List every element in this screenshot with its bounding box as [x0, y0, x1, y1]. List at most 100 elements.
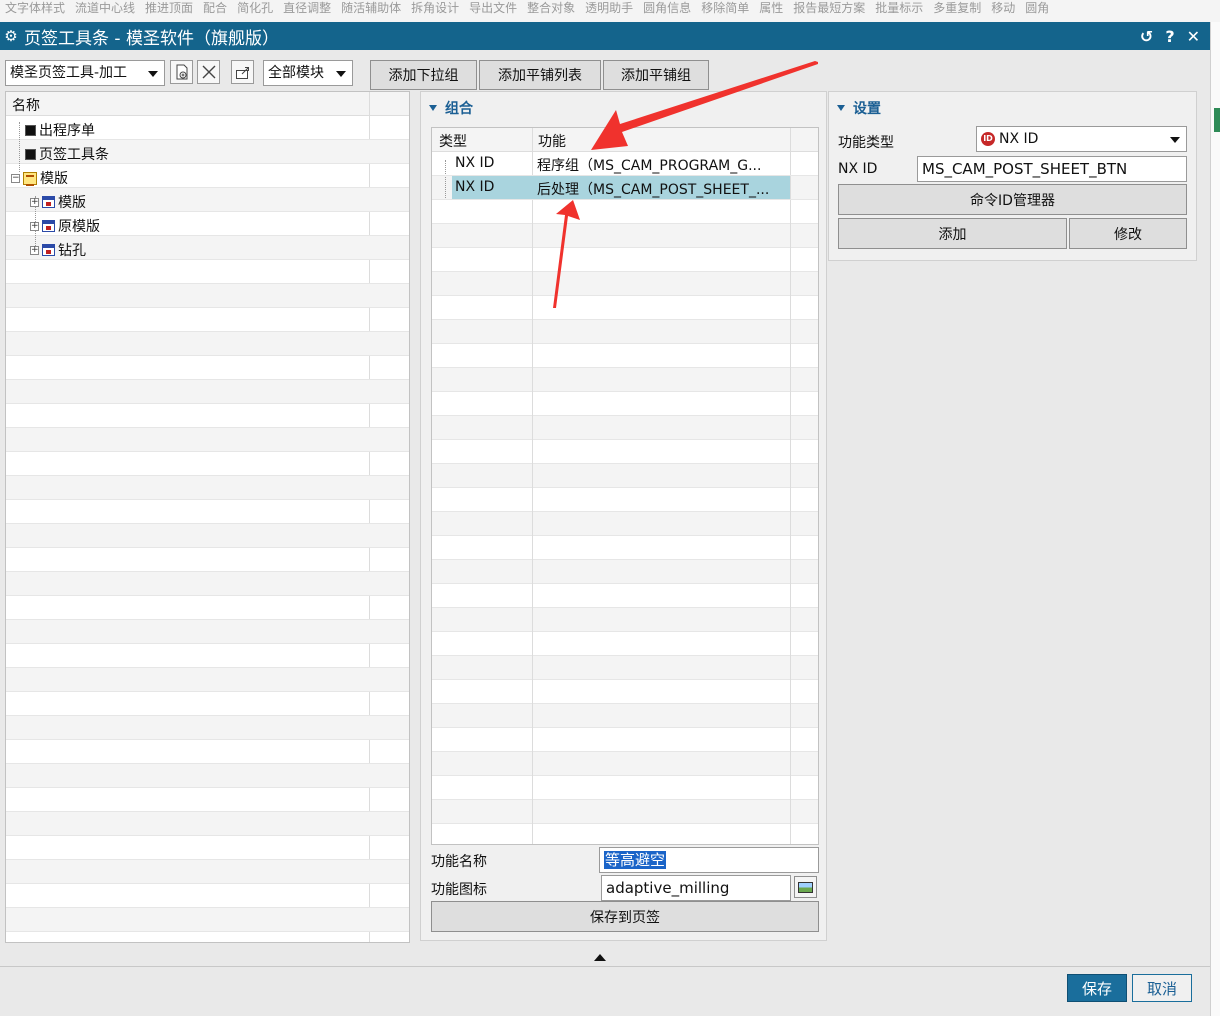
ribbon-item: 配合 — [203, 1, 228, 15]
tree-row — [6, 308, 409, 332]
help-icon[interactable]: ? — [1165, 27, 1174, 46]
modify-button[interactable]: 修改 — [1069, 218, 1187, 249]
tree-item-label: 原模版 — [58, 219, 100, 235]
grid-empty-row — [432, 248, 818, 272]
group-grid: 类型 功能 NX ID 程序组（MS_CAM_PROGRAM_G... NX I… — [431, 127, 819, 845]
grid-empty-row — [432, 536, 818, 560]
tree-item-original-template[interactable]: + 原模版 — [30, 216, 100, 236]
close-icon[interactable]: ✕ — [1187, 27, 1200, 46]
tree-item-label: 出程序单 — [39, 123, 95, 139]
export-button[interactable] — [231, 60, 254, 84]
tree-row — [6, 908, 409, 932]
grid-empty-row — [432, 392, 818, 416]
grid-cell-type: NX ID — [455, 155, 495, 171]
func-type-value: NX ID — [999, 131, 1039, 147]
grid-empty-row — [432, 608, 818, 632]
preset-combo[interactable]: 模圣页签工具-加工 — [5, 60, 165, 86]
ribbon-item: 整合对象 — [527, 1, 576, 15]
tree-item-label: 钻孔 — [58, 243, 86, 259]
browse-icon-button[interactable] — [794, 876, 817, 898]
tree-row — [6, 692, 409, 716]
tree-row — [6, 452, 409, 476]
tree-item-tab-toolbar[interactable]: 页签工具条 — [25, 144, 109, 164]
grid-empty-row — [432, 776, 818, 800]
tree-row — [6, 284, 409, 308]
module-combo[interactable]: 全部模块 — [263, 60, 353, 86]
tree-row — [6, 500, 409, 524]
grid-empty-row — [432, 656, 818, 680]
settings-panel: 设置 功能类型 ID NX ID NX ID MS_CAM_POST_SHEET_… — [828, 91, 1197, 261]
settings-section-header[interactable]: 设置 — [837, 98, 881, 118]
add-dropdown-group-button[interactable]: 添加下拉组 — [370, 60, 477, 90]
tree-row — [6, 620, 409, 644]
triangle-down-icon — [837, 105, 845, 111]
add-button[interactable]: 添加 — [838, 218, 1067, 249]
tree-item-template[interactable]: + 模版 — [30, 192, 86, 212]
expand-icon[interactable]: + — [30, 197, 39, 207]
tree-item-label: 模版 — [58, 195, 86, 211]
template-icon — [23, 171, 37, 186]
cancel-button[interactable]: 取消 — [1132, 974, 1192, 1002]
save-to-tab-button[interactable]: 保存到页签 — [431, 901, 819, 932]
grid-header: 类型 功能 — [432, 128, 818, 152]
grid-cell-func: 程序组（MS_CAM_PROGRAM_G... — [537, 158, 762, 174]
expand-icon[interactable]: + — [30, 245, 39, 255]
tree-row — [6, 644, 409, 668]
expand-icon[interactable]: + — [30, 221, 39, 231]
command-id-manager-button[interactable]: 命令ID管理器 — [838, 184, 1187, 215]
add-tile-list-button[interactable]: 添加平铺列表 — [479, 60, 601, 90]
new-file-icon — [176, 64, 187, 80]
column-divider — [532, 128, 533, 844]
grid-row-selected[interactable]: NX ID 后处理（MS_CAM_POST_SHEET_... — [432, 176, 818, 200]
grid-row[interactable]: NX ID 程序组（MS_CAM_PROGRAM_G... — [432, 152, 818, 176]
grid-empty-row — [432, 368, 818, 392]
grid-empty-row — [432, 584, 818, 608]
save-button[interactable]: 保存 — [1067, 974, 1127, 1002]
calendar-icon — [42, 196, 55, 208]
grid-cell-func: 后处理（MS_CAM_POST_SHEET_... — [537, 182, 770, 198]
func-name-input[interactable]: 等高避空 — [599, 847, 819, 873]
ribbon-item: 移动 — [991, 1, 1016, 15]
func-icon-label: 功能图标 — [431, 882, 487, 898]
tree-item-label: 页签工具条 — [39, 147, 109, 163]
func-type-label: 功能类型 — [838, 135, 894, 151]
block-icon — [25, 124, 36, 136]
tree-row — [6, 260, 409, 284]
tree-row — [6, 428, 409, 452]
tree-row — [6, 356, 409, 380]
new-file-button[interactable] — [170, 60, 193, 84]
tree-row — [6, 548, 409, 572]
grid-empty-row — [432, 728, 818, 752]
delete-button[interactable] — [197, 60, 220, 84]
tree-row — [6, 404, 409, 428]
tree-item-program-sheet[interactable]: 出程序单 — [25, 120, 95, 140]
tree-row — [6, 572, 409, 596]
nxid-input[interactable]: MS_CAM_POST_SHEET_BTN — [917, 156, 1187, 182]
reset-icon[interactable]: ↺ — [1140, 27, 1153, 46]
tree-row — [6, 380, 409, 404]
ribbon-item: 圆角信息 — [643, 1, 692, 15]
add-tile-group-button[interactable]: 添加平铺组 — [603, 60, 709, 90]
ribbon-item: 属性 — [759, 1, 784, 15]
tree-row — [6, 596, 409, 620]
collapse-arrow-icon[interactable] — [594, 954, 606, 961]
func-icon-value: adaptive_milling — [606, 879, 730, 897]
block-icon — [25, 148, 36, 160]
tree-row — [6, 716, 409, 740]
tree-item-drilling[interactable]: + 钻孔 — [30, 240, 86, 260]
grid-empty-row — [432, 200, 818, 224]
tree-row — [6, 668, 409, 692]
ribbon-item: 移除简单 — [701, 1, 750, 15]
collapse-icon[interactable]: − — [11, 173, 20, 183]
nx-id-icon: ID — [981, 132, 995, 146]
func-icon-input[interactable]: adaptive_milling — [601, 875, 791, 901]
tree-item-template-root[interactable]: − 模版 — [11, 168, 68, 188]
group-section-header[interactable]: 组合 — [429, 98, 473, 118]
func-type-combo[interactable]: ID NX ID — [976, 126, 1187, 152]
grid-header-type: 类型 — [439, 134, 467, 150]
grid-empty-row — [432, 824, 818, 844]
grid-empty-row — [432, 560, 818, 584]
tree-header-name: 名称 — [12, 98, 40, 114]
ribbon-item: 推进顶面 — [145, 1, 194, 15]
ribbon-item: 报告最短方案 — [793, 1, 866, 15]
